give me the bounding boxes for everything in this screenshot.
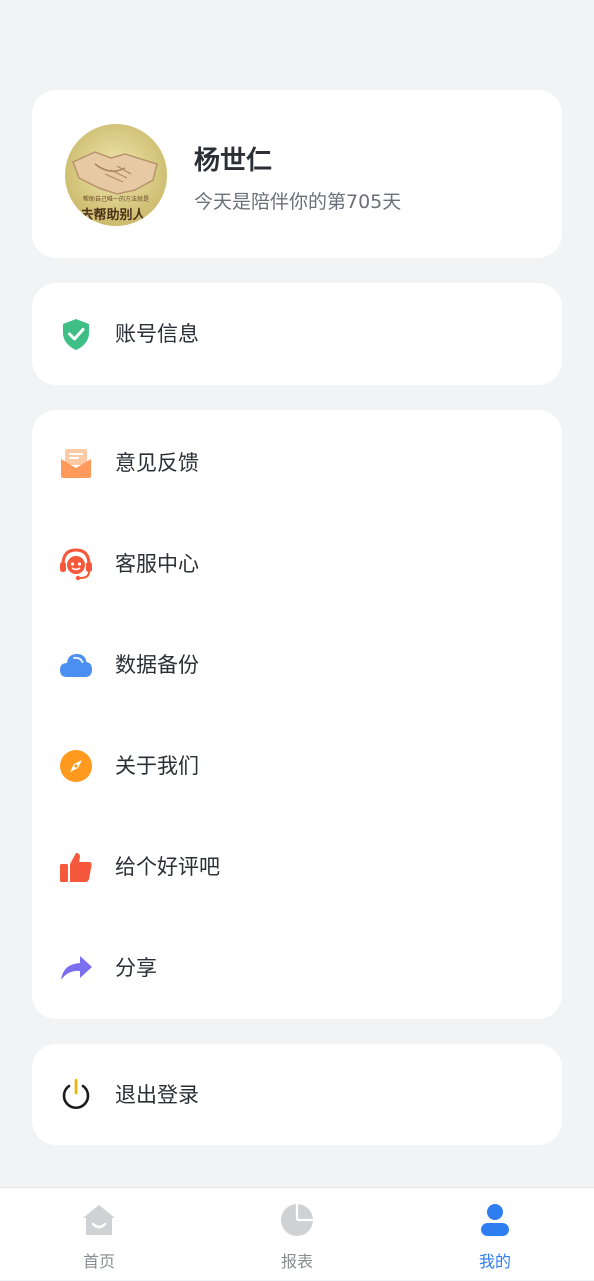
menu-item-label: 意见反馈 — [115, 451, 199, 475]
avatar-caption: 去帮助别人 — [80, 207, 146, 223]
profile-card[interactable]: 帮助自己唯一的方法就是 去帮助别人 杨世仁 今天是陪伴你的第705天 — [32, 90, 562, 258]
thumbs-up-icon — [58, 849, 94, 885]
cloud-icon — [58, 647, 94, 683]
power-icon — [58, 1077, 94, 1113]
user-icon — [477, 1202, 513, 1238]
logout-button[interactable]: 退出登录 — [32, 1044, 562, 1145]
tab-home[interactable]: 首页 — [0, 1188, 198, 1281]
menu-item-label: 客服中心 — [115, 552, 199, 576]
menu-card: 意见反馈 客服中心 数据备份 关于我们 给个好评吧 分享 — [32, 410, 562, 1019]
companion-days-text: 今天是陪伴你的第705天 — [194, 191, 402, 213]
tab-label: 我的 — [478, 1252, 511, 1271]
menu-item-label: 给个好评吧 — [115, 855, 220, 879]
menu-item-about-us[interactable]: 关于我们 — [32, 715, 562, 816]
menu-item-label: 关于我们 — [115, 754, 199, 778]
shield-check-icon — [58, 316, 94, 352]
account-info-label: 账号信息 — [115, 322, 199, 346]
user-name: 杨世仁 — [194, 146, 273, 176]
logout-label: 退出登录 — [115, 1083, 199, 1107]
menu-item-data-backup[interactable]: 数据备份 — [32, 614, 562, 715]
menu-item-feedback[interactable]: 意见反馈 — [32, 412, 562, 513]
feedback-envelope-icon — [58, 445, 94, 481]
compass-icon — [58, 748, 94, 784]
svg-text:帮助自己唯一的方法就是: 帮助自己唯一的方法就是 — [83, 195, 149, 203]
menu-item-share[interactable]: 分享 — [32, 917, 562, 1018]
tab-label: 报表 — [280, 1252, 313, 1271]
tab-mine[interactable]: 我的 — [396, 1188, 594, 1281]
account-info-item[interactable]: 账号信息 — [32, 283, 562, 384]
headset-icon — [58, 546, 94, 582]
menu-item-customer-service[interactable]: 客服中心 — [32, 513, 562, 614]
bottom-tab-bar: 首页 报表 我的 — [0, 1187, 594, 1280]
menu-item-label: 数据备份 — [115, 653, 199, 677]
menu-item-label: 分享 — [115, 956, 157, 980]
logout-card: 退出登录 — [32, 1044, 562, 1145]
menu-item-rate-us[interactable]: 给个好评吧 — [32, 816, 562, 917]
share-arrow-icon — [58, 950, 94, 986]
account-card: 账号信息 — [32, 283, 562, 385]
pie-chart-icon — [279, 1202, 315, 1238]
tab-reports[interactable]: 报表 — [198, 1188, 396, 1281]
tab-label: 首页 — [82, 1252, 115, 1271]
avatar[interactable]: 帮助自己唯一的方法就是 去帮助别人 — [65, 124, 167, 226]
home-icon — [81, 1202, 117, 1238]
